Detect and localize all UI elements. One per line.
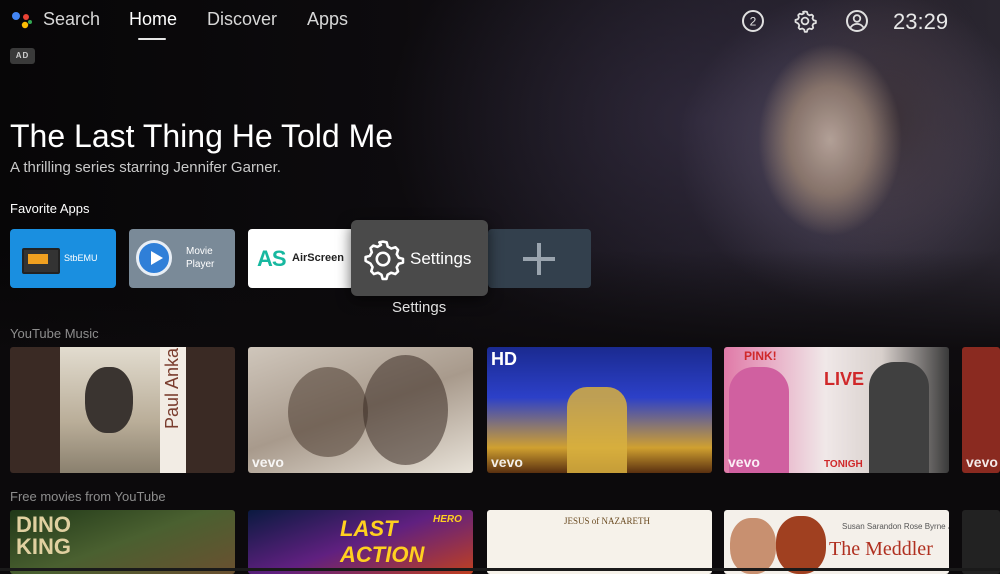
notification-count: 2	[750, 15, 757, 29]
movie-thumbnail-dino-king[interactable]: DINO KING	[10, 510, 235, 574]
airscreen-logo-icon: AS	[257, 246, 287, 271]
thumbnail-text: TONIGH	[824, 459, 863, 470]
nav-search[interactable]: Search	[43, 9, 100, 30]
movie-title-art: JESUS of NAZARETH	[564, 516, 651, 526]
home-tab-indicator	[138, 38, 166, 40]
plus-icon	[523, 243, 555, 275]
top-bar: Search Home Discover Apps 2 23:29	[0, 0, 1000, 42]
gear-icon[interactable]	[793, 9, 817, 33]
airscreen-label: AirScreen	[292, 252, 344, 264]
app-tile-settings[interactable]: Settings	[351, 220, 488, 296]
add-app-button[interactable]	[488, 229, 591, 288]
movie-title-art: DINO KING	[16, 512, 71, 559]
movie-thumbnail-the-meddler[interactable]: Susan Sarandon Rose Byrne J.K. Simmons T…	[724, 510, 949, 574]
nav-home-tab[interactable]: Home	[129, 9, 177, 30]
vevo-logo: vevo	[252, 454, 284, 470]
thumbnail-figure	[567, 387, 627, 473]
hd-badge: HD	[491, 349, 517, 369]
thumbnail-text: LIVE	[824, 369, 865, 389]
thumbnail-text: PINK!	[744, 349, 777, 363]
vevo-logo: vevo	[966, 454, 998, 470]
movie-title-art: HERO	[433, 514, 462, 525]
stbemu-logo-icon	[22, 248, 60, 274]
bottom-progress-bar	[0, 568, 1000, 571]
youtube-music-title: YouTube Music	[10, 326, 99, 341]
movie-thumbnail-partial[interactable]	[962, 510, 1000, 574]
free-movies-title: Free movies from YouTube	[10, 489, 166, 504]
focused-app-caption: Settings	[392, 299, 447, 316]
stbemu-label: StbEMU	[64, 253, 98, 263]
clock: 23:29	[893, 9, 949, 34]
poster-face	[730, 518, 776, 574]
poster-face	[776, 516, 826, 574]
hero-title[interactable]: The Last Thing He Told Me	[10, 118, 393, 155]
movie-thumbnail-jesus-of-nazareth[interactable]: JESUS of NAZARETH	[487, 510, 712, 574]
settings-tile-label: Settings	[410, 249, 472, 268]
movie-title-art: The Meddler	[829, 538, 933, 560]
music-thumbnail[interactable]: HD vevo	[487, 347, 712, 473]
app-tile-airscreen[interactable]: AS AirScreen	[248, 229, 354, 288]
movie-thumbnail-last-action-hero[interactable]: LAST ACTION HERO	[248, 510, 473, 574]
favorite-apps-title: Favorite Apps	[10, 201, 90, 216]
account-icon[interactable]	[845, 9, 869, 33]
thumbnail-figure	[363, 355, 448, 465]
vevo-logo: vevo	[491, 454, 523, 470]
settings-gear-icon	[364, 240, 405, 281]
music-thumbnail-partial[interactable]: vevo	[962, 347, 1000, 473]
nav-discover-tab[interactable]: Discover	[207, 9, 277, 30]
music-thumbnail-paul-anka[interactable]: Paul Anka	[10, 347, 235, 473]
google-assistant-icon[interactable]	[10, 8, 34, 32]
music-thumbnail[interactable]: PINK! LIVE TONIGH vevo	[724, 347, 949, 473]
vevo-logo: vevo	[728, 454, 760, 470]
music-thumbnail[interactable]: vevo	[248, 347, 473, 473]
portrait-face	[85, 367, 133, 433]
app-tile-movie-player[interactable]: Movie Player	[129, 229, 235, 288]
play-icon	[136, 240, 172, 276]
app-tile-stbemu[interactable]: StbEMU	[10, 229, 116, 288]
notification-icon[interactable]: 2	[741, 9, 765, 33]
movie-player-label: Movie Player	[186, 246, 215, 270]
thumbnail-figure	[869, 362, 929, 473]
thumbnail-figure	[288, 367, 368, 457]
nav-apps-tab[interactable]: Apps	[307, 9, 348, 30]
hero-subtitle: A thrilling series starring Jennifer Gar…	[10, 159, 281, 176]
movie-cast-text: Susan Sarandon Rose Byrne J.K. Simmons	[842, 522, 949, 531]
album-artist-text: Paul Anka	[162, 347, 182, 429]
ad-badge: AD	[10, 48, 35, 64]
